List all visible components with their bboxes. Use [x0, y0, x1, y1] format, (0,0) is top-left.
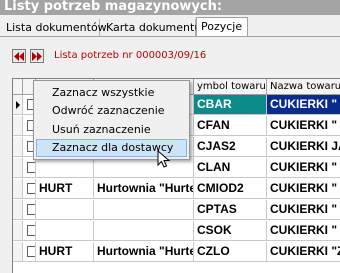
cell-symbol: CBAR [194, 95, 267, 115]
column-header-symbol[interactable]: ymbol towaru [194, 79, 267, 95]
cell-name: CUKIERKI " [267, 95, 340, 115]
table-row[interactable]: CLAN CUKIERKI " [13, 158, 340, 178]
row-indicator [13, 95, 23, 115]
cell-c1 [36, 158, 94, 178]
menu-item-select-all[interactable]: Zaznacz wszystkie [36, 84, 187, 102]
row-checkbox[interactable] [27, 204, 35, 215]
row-indicator [13, 242, 23, 262]
mouse-pointer-icon [157, 150, 171, 168]
row-indicator [13, 179, 23, 199]
toolbar: Lista potrzeb nr 000003/09/16 [0, 37, 340, 77]
cell-symbol: CLAN [194, 158, 267, 178]
table-row[interactable]: HURT Hurtownia "Hurte CMIOD2 CUKIERKI " [13, 179, 340, 199]
row-checkbox-cell [23, 242, 36, 262]
row-checkbox-cell [23, 221, 36, 241]
cell-name: CUKIERKI " [267, 158, 340, 178]
cell-name: CUKIERKI " [267, 116, 340, 136]
menu-item-invert-selection[interactable]: Odwróć zaznaczenie [36, 102, 187, 120]
row-checkbox[interactable] [27, 162, 35, 173]
row-checkbox[interactable] [27, 246, 35, 257]
cell-name: CUKIERKI "Z [267, 242, 340, 262]
tab-pozycje[interactable]: Pozycje [196, 17, 248, 38]
cell-c1: HURT [36, 179, 94, 199]
cell-symbol: CPTAS [194, 200, 267, 220]
cell-symbol: CSOK [194, 221, 267, 241]
tab-lista-dokumentow[interactable]: Lista dokumentów [2, 19, 107, 37]
cell-symbol: CFAN [194, 116, 267, 136]
cell-c2: Hurtownia "Hurte [94, 179, 194, 199]
cell-symbol: CMIOD2 [194, 179, 267, 199]
row-indicator [13, 137, 23, 157]
row-checkbox[interactable] [27, 183, 35, 194]
row-checkbox-cell [23, 200, 36, 220]
cell-c1 [36, 221, 94, 241]
current-row-arrow-icon [16, 101, 20, 109]
window-title: Listy potrzeb magazynowych: [0, 0, 340, 15]
cell-name: CUKIERKI " [267, 200, 340, 220]
cell-c1: HURT [36, 242, 94, 262]
cell-name: CUKIERKI JA [267, 137, 340, 157]
cell-c2: Hurtownia "Hurte [94, 242, 194, 262]
row-checkbox-cell [23, 158, 36, 178]
table-row[interactable]: CPTAS CUKIERKI " [13, 200, 340, 220]
cell-name: CUKIERKI " [267, 221, 340, 241]
double-chevron-right-icon [32, 52, 42, 61]
tab-karta-dokumentu[interactable]: Karta dokumentu [102, 19, 201, 37]
row-indicator [13, 116, 23, 136]
table-row[interactable]: HURT Hurtownia "Hurte CZLO CUKIERKI "Z [13, 242, 340, 262]
table-row[interactable]: CSOK CUKIERKI " [13, 221, 340, 241]
tab-bar: Lista dokumentów Karta dokumentu Pozycje [0, 15, 340, 38]
row-indicator [13, 158, 23, 178]
context-menu: Zaznacz wszystkie Odwróć zaznaczenie Usu… [33, 80, 190, 160]
row-checkbox[interactable] [27, 225, 35, 236]
column-header-name[interactable]: Nazwa towaru [267, 79, 340, 95]
double-chevron-left-icon [14, 52, 24, 61]
menu-item-clear-selection[interactable]: Usuń zaznaczenie [36, 121, 187, 139]
row-indicator [13, 221, 23, 241]
list-number-label: Lista potrzeb nr 000003/09/16 [54, 50, 207, 61]
row-indicator [13, 200, 23, 220]
last-record-button[interactable] [30, 49, 44, 63]
cell-c1 [36, 200, 94, 220]
cell-name: CUKIERKI " [267, 179, 340, 199]
cell-c2 [94, 200, 194, 220]
cell-c2 [94, 158, 194, 178]
cell-symbol: CJAS2 [194, 137, 267, 157]
first-record-button[interactable] [12, 49, 26, 63]
indicator-header [13, 79, 23, 95]
row-checkbox-cell [23, 179, 36, 199]
cell-symbol: CZLO [194, 242, 267, 262]
cell-c2 [94, 221, 194, 241]
